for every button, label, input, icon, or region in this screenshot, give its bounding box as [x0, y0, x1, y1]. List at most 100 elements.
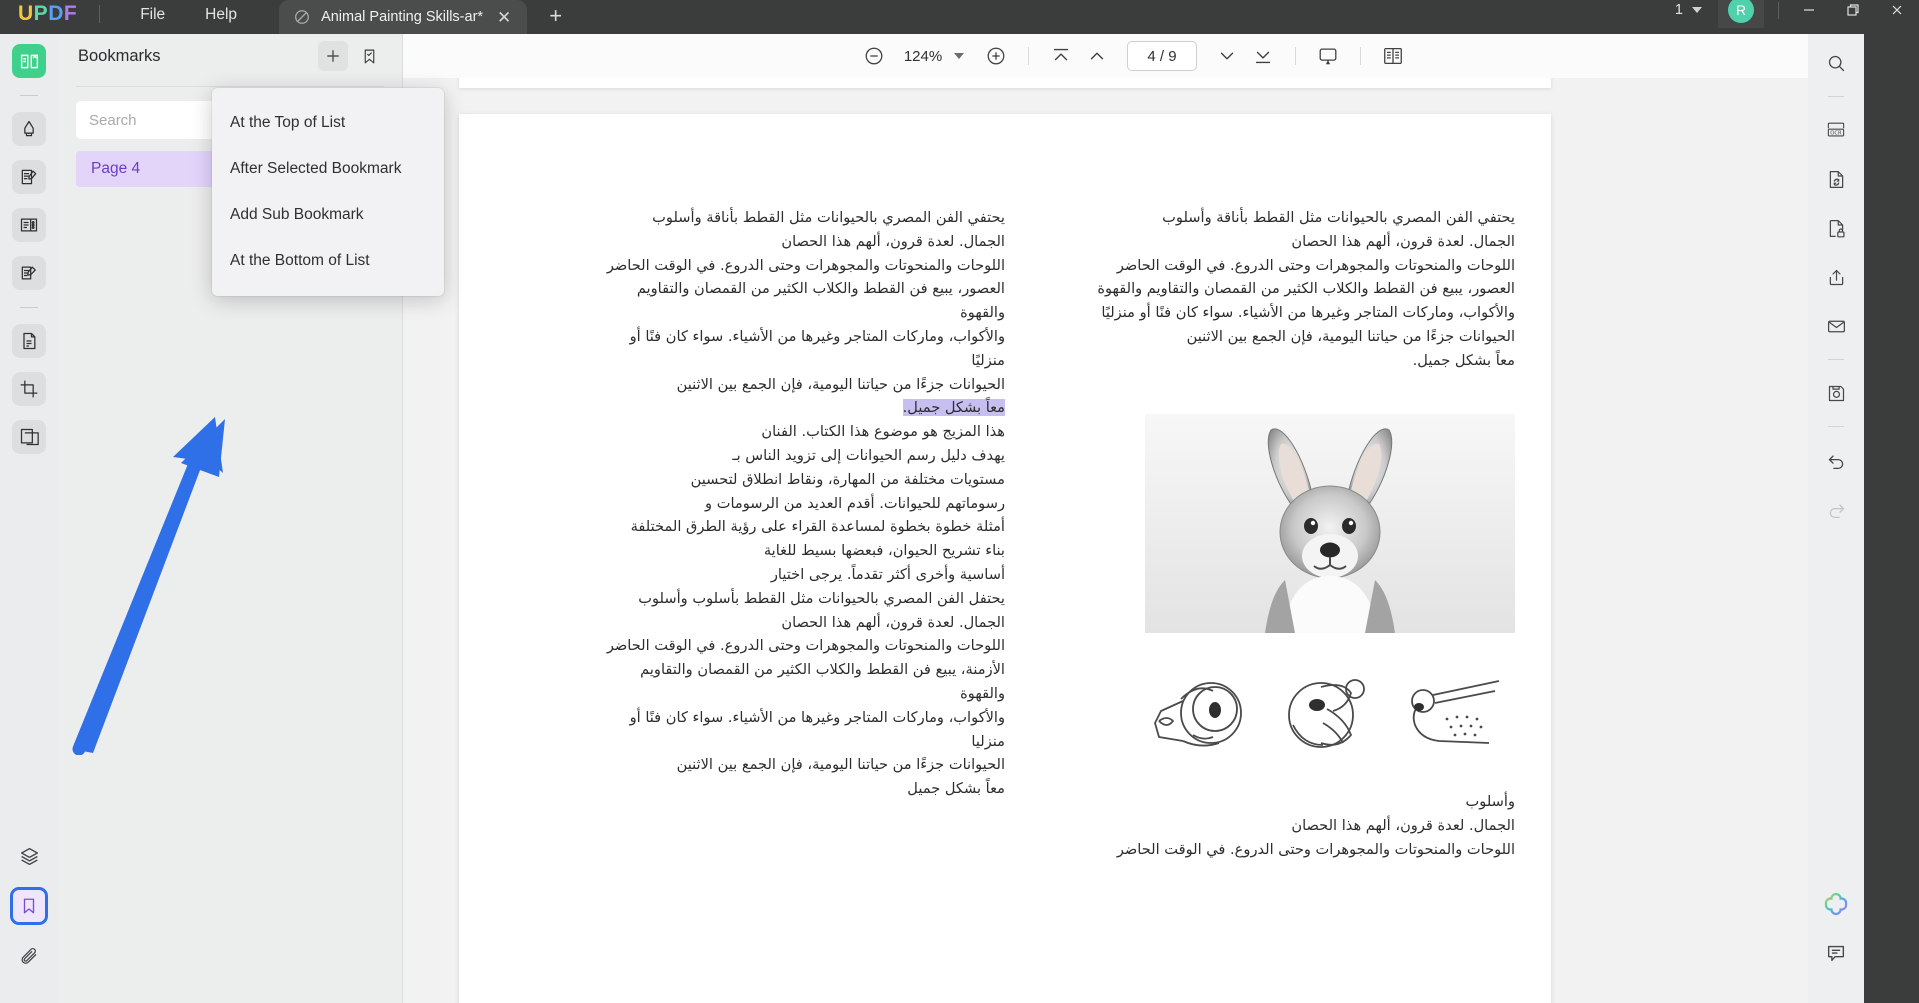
- sidebar-item-form[interactable]: [12, 208, 46, 242]
- close-button[interactable]: [1875, 0, 1919, 23]
- updf-window: UPDF File Help Animal Painting Skills-ar…: [0, 0, 1919, 1003]
- close-tab-icon[interactable]: ✕: [493, 7, 515, 28]
- page-number-field[interactable]: 4 / 9: [1127, 41, 1197, 71]
- avatar-container[interactable]: R: [1718, 0, 1764, 28]
- zoom-dropdown-icon[interactable]: [954, 53, 964, 59]
- first-page-button[interactable]: [1043, 40, 1079, 72]
- previous-page-button[interactable]: [1079, 40, 1115, 72]
- document-text-line: بناء تشريح الحيوان، فبعضها بسيط للغاية: [595, 539, 1005, 563]
- svg-text:OCR: OCR: [1830, 130, 1842, 136]
- document-text-line: اللوحات والمنحوتات والمجوهرات وحتى الدرو…: [1075, 838, 1515, 862]
- email-icon: [1826, 316, 1847, 337]
- document-text-line: اللوحات والمنحوتات والمجوهرات وحتى الدرو…: [595, 254, 1005, 278]
- sidebar-item-attachments[interactable]: [12, 939, 46, 973]
- document-text-line: الجمال. لعدة قرون، ألهم هذا الحصان: [595, 230, 1005, 254]
- bookmark-check-icon: [361, 48, 378, 65]
- panel-title: Bookmarks: [78, 47, 161, 66]
- sidebar-item-organize-pages[interactable]: [12, 324, 46, 358]
- menu-help[interactable]: Help: [185, 6, 257, 34]
- logo-letter-f: F: [64, 2, 77, 26]
- new-tab-button[interactable]: +: [549, 5, 562, 27]
- titlebar-divider: [99, 5, 100, 23]
- pdf-page[interactable]: يحتفي الفن المصري بالحيوانات مثل القطط ب…: [459, 114, 1551, 1003]
- previous-page-icon: [1086, 45, 1108, 67]
- document-text-line: الحيوانات جزءًا من حياتنا اليومية، فإن ا…: [595, 373, 1005, 397]
- zoom-out-button[interactable]: [856, 40, 892, 72]
- document-text-line: الجمال. لعدة قرون، ألهم هذا الحصان: [595, 611, 1005, 635]
- undo-button[interactable]: [1819, 443, 1853, 477]
- redo-button[interactable]: [1819, 492, 1853, 526]
- plus-icon: [324, 47, 342, 65]
- sidebar-item-crop[interactable]: [12, 372, 46, 406]
- bookmarks-panel-header: Bookmarks: [58, 34, 402, 78]
- add-bookmark-menu: At the Top of List After Selected Bookma…: [212, 88, 444, 296]
- document-text-line: الحيوانات جزءًا من حياتنا اليومية، فإن ا…: [1075, 325, 1515, 349]
- ocr-button[interactable]: OCR: [1819, 113, 1853, 147]
- undo-icon: [1826, 450, 1847, 471]
- zoom-in-button[interactable]: [978, 40, 1014, 72]
- rail-divider-1: [20, 95, 38, 96]
- bookmark-flag-button[interactable]: [354, 41, 384, 71]
- minimize-button[interactable]: [1787, 0, 1831, 23]
- ai-assistant-button[interactable]: [1819, 887, 1853, 921]
- sidebar-item-reader[interactable]: [12, 44, 46, 78]
- document-tab[interactable]: Animal Painting Skills-ar* ✕: [279, 0, 527, 34]
- titlebar-right-group: 1 R: [1665, 0, 1919, 34]
- panel-divider: [76, 86, 384, 87]
- presentation-mode-button[interactable]: [1310, 40, 1346, 72]
- logo-letter-d: D: [48, 2, 64, 26]
- menu-item-at-top-of-list[interactable]: At the Top of List: [212, 100, 444, 146]
- document-text-line: الحيوانات جزءًا من حياتنا اليومية، فإن ا…: [595, 753, 1005, 777]
- comments-button[interactable]: [1819, 936, 1853, 970]
- right-tool-rail: OCR: [1808, 34, 1864, 1003]
- redo-icon: [1826, 499, 1847, 520]
- email-button[interactable]: [1819, 309, 1853, 343]
- avatar: R: [1728, 0, 1754, 23]
- document-text-line: معاً بشكل جميل: [595, 777, 1005, 801]
- document-text-line: اللوحات والمنحوتات والمجوهرات وحتى الدرو…: [595, 634, 1005, 658]
- selected-text-highlight[interactable]: معاً بشكل جميل.: [903, 399, 1005, 416]
- menu-item-at-bottom-of-list[interactable]: At the Bottom of List: [212, 238, 444, 284]
- title-bar: UPDF File Help Animal Painting Skills-ar…: [0, 0, 1919, 34]
- dog-head-sketch-2: [1273, 665, 1385, 765]
- ocr-icon: OCR: [1825, 119, 1847, 141]
- document-text-line: يحتفي الفن المصري بالحيوانات مثل القطط ب…: [1075, 206, 1515, 230]
- sidebar-item-comment[interactable]: [12, 112, 46, 146]
- document-text-line: العصور، يبيع فن القطط والكلاب الكثير من …: [595, 277, 1005, 325]
- sidebar-item-bookmarks[interactable]: [10, 887, 48, 925]
- restore-button[interactable]: [1831, 0, 1875, 23]
- document-text-line: وأسلوب: [1075, 790, 1515, 814]
- zoom-level-label[interactable]: 124%: [900, 48, 946, 65]
- menu-item-after-selected-bookmark[interactable]: After Selected Bookmark: [212, 146, 444, 192]
- search-button[interactable]: [1819, 46, 1853, 80]
- account-count-label: 1: [1675, 2, 1683, 18]
- last-page-button[interactable]: [1245, 40, 1281, 72]
- document-text-line: العصور، يبيع فن القطط والكلاب الكثير من …: [1075, 277, 1515, 301]
- account-count-dropdown[interactable]: 1: [1665, 2, 1712, 18]
- menu-file[interactable]: File: [120, 6, 185, 34]
- sidebar-item-batch[interactable]: [12, 420, 46, 454]
- share-button[interactable]: [1819, 260, 1853, 294]
- right-rail-divider-3: [1828, 426, 1844, 427]
- protect-button[interactable]: [1819, 211, 1853, 245]
- save-icon: [1826, 383, 1847, 404]
- next-page-button[interactable]: [1209, 40, 1245, 72]
- toolbar-divider-1: [1028, 47, 1029, 65]
- document-text-line: والأكواب، وماركات المتاجر وغيرها من الأش…: [595, 706, 1005, 754]
- document-tab-title: Animal Painting Skills-ar*: [321, 9, 483, 25]
- logo-letter-u: U: [18, 2, 34, 26]
- document-text-line: معاً بشكل جميل.: [1075, 349, 1515, 373]
- menu-item-add-sub-bookmark[interactable]: Add Sub Bookmark: [212, 192, 444, 238]
- share-icon: [1826, 267, 1847, 288]
- add-bookmark-button[interactable]: [318, 41, 348, 71]
- document-viewport[interactable]: يحتفي الفن المصري بالحيوانات مثل القطط ب…: [403, 78, 1864, 1003]
- sidebar-item-layers[interactable]: [12, 839, 46, 873]
- sidebar-item-edit-pdf[interactable]: [12, 160, 46, 194]
- save-button[interactable]: [1819, 376, 1853, 410]
- bookmarks-panel-actions: [318, 41, 384, 71]
- chevron-down-icon: [1692, 7, 1702, 13]
- convert-button[interactable]: [1819, 162, 1853, 196]
- sidebar-item-sign[interactable]: [12, 256, 46, 290]
- document-text-left-column: يحتفي الفن المصري بالحيوانات مثل القطط ب…: [595, 206, 1005, 801]
- page-layout-button[interactable]: [1375, 40, 1411, 72]
